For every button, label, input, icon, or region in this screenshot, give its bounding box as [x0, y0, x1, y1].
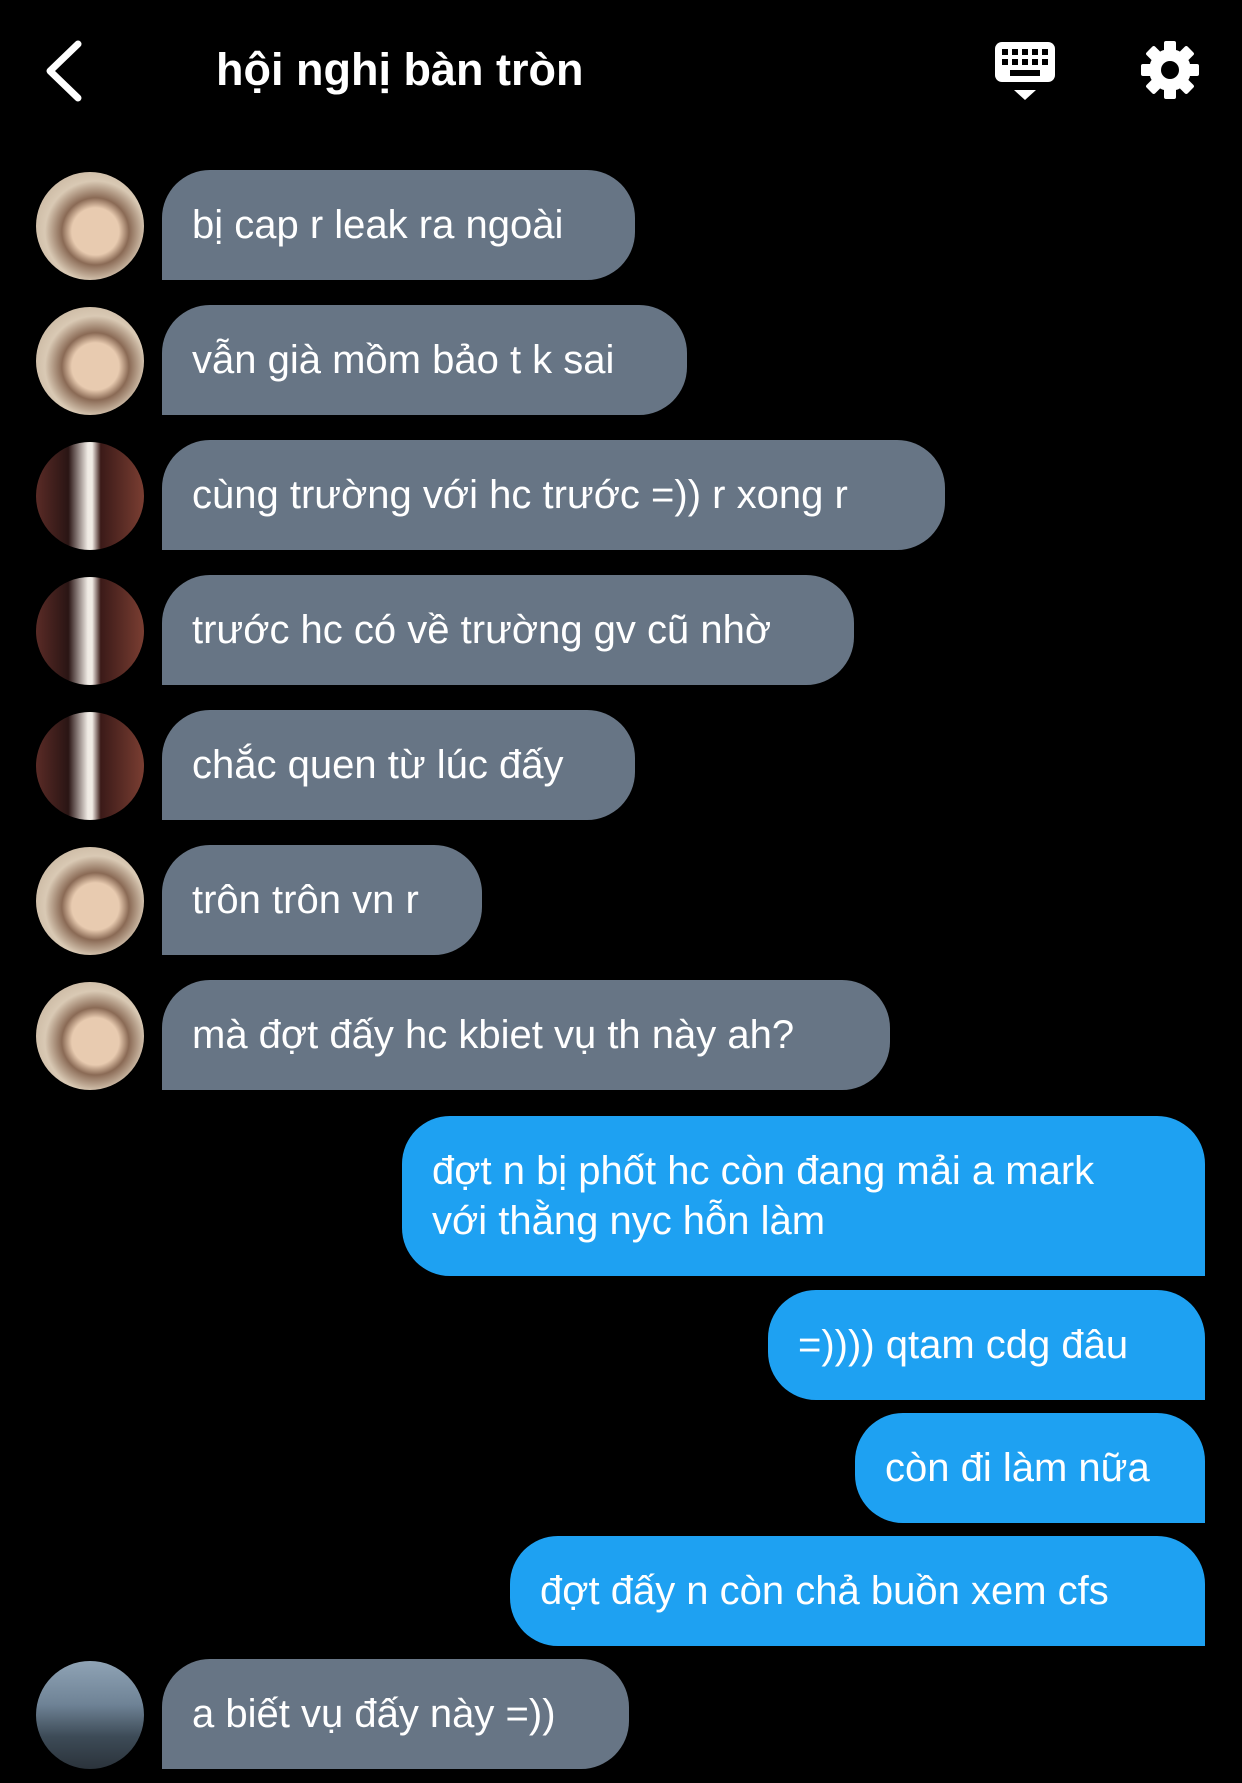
- avatar[interactable]: [36, 307, 144, 415]
- avatar[interactable]: [36, 982, 144, 1090]
- chat-header: hội nghị bàn tròn: [0, 0, 1242, 140]
- settings-button[interactable]: [1140, 40, 1200, 100]
- keyboard-icon: [995, 42, 1055, 100]
- message-bubble[interactable]: cùng trường với hc trước =)) r xong r: [162, 440, 945, 550]
- message-text: còn đi làm nữa: [885, 1446, 1150, 1490]
- avatar[interactable]: [36, 172, 144, 280]
- message-bubble[interactable]: vẫn già mồm bảo t k sai: [162, 305, 687, 415]
- message-text: bị cap r leak ra ngoài: [192, 203, 564, 247]
- message-bubble[interactable]: =)))) qtam cdg đâu: [768, 1290, 1205, 1400]
- message-bubble[interactable]: chắc quen từ lúc đấy: [162, 710, 635, 820]
- message-bubble[interactable]: đợt đấy n còn chả buồn xem cfs: [510, 1536, 1205, 1646]
- message-text: trôn trôn vn r: [192, 878, 419, 922]
- message-text: mà đợt đấy hc kbiet vụ th này ah?: [192, 1013, 795, 1057]
- message-bubble[interactable]: còn đi làm nữa: [855, 1413, 1205, 1523]
- message-text-line: với thằng nyc hỗn làm: [432, 1199, 826, 1243]
- message-text: =)))) qtam cdg đâu: [798, 1323, 1129, 1367]
- message-text-line: đợt n bị phốt hc còn đang mải a mark: [432, 1149, 1095, 1193]
- message-text: vẫn già mồm bảo t k sai: [192, 338, 615, 382]
- message-bubble[interactable]: trôn trôn vn r: [162, 845, 482, 955]
- avatar[interactable]: [36, 1661, 144, 1769]
- avatar[interactable]: [36, 847, 144, 955]
- back-button[interactable]: [40, 38, 90, 104]
- message-bubble[interactable]: a biết vụ đấy này =)): [162, 1659, 629, 1769]
- message-bubble[interactable]: đợt n bị phốt hc còn đang mải a mark với…: [402, 1116, 1205, 1276]
- gear-icon: [1141, 41, 1199, 99]
- avatar[interactable]: [36, 712, 144, 820]
- message-bubble[interactable]: bị cap r leak ra ngoài: [162, 170, 635, 280]
- avatar[interactable]: [36, 577, 144, 685]
- avatar[interactable]: [36, 442, 144, 550]
- message-bubble[interactable]: trước hc có về trường gv cũ nhờ: [162, 575, 854, 685]
- message-bubble[interactable]: mà đợt đấy hc kbiet vụ th này ah?: [162, 980, 890, 1090]
- message-text: a biết vụ đấy này =)): [192, 1692, 556, 1736]
- message-text: chắc quen từ lúc đấy: [192, 743, 564, 787]
- keyboard-button[interactable]: [994, 40, 1056, 106]
- chat-title: hội nghị bàn tròn: [216, 44, 584, 95]
- message-text: trước hc có về trường gv cũ nhờ: [192, 608, 772, 652]
- message-text: đợt đấy n còn chả buồn xem cfs: [540, 1569, 1109, 1613]
- message-text: cùng trường với hc trước =)) r xong r: [192, 473, 848, 517]
- chevron-left-icon: [46, 40, 82, 102]
